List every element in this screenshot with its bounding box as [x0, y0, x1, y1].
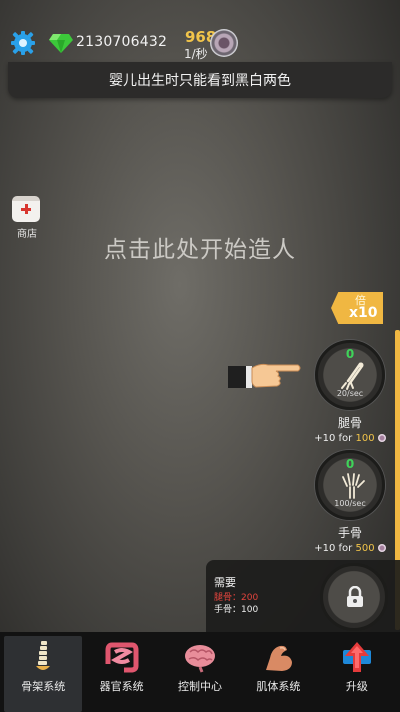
nav-control-center[interactable]: 控制中心 [161, 636, 239, 712]
tip-banner: 婴儿出生时只能看到黑白两色 [8, 62, 392, 98]
hand-bone-cost-value: 500 [355, 543, 375, 554]
cell-icon [377, 434, 386, 442]
nav-upgrade[interactable]: 升级 [318, 636, 396, 712]
leg-bone-icon [341, 362, 364, 390]
leg-bone-cost-value: 100 [355, 433, 375, 444]
start-hint-tap-area[interactable]: 点击此处开始造人 [0, 230, 400, 264]
nav-skeleton-label: 骨架系统 [21, 680, 66, 693]
leg-bone-cost-prefix: +10 for [314, 433, 356, 444]
hand-bone-cost: +10 for 500 [313, 543, 387, 554]
first-aid-kit-icon [12, 196, 40, 222]
hand-bone-cost-prefix: +10 for [314, 543, 356, 554]
nav-skeleton-system[interactable]: 骨架系统 [4, 636, 83, 712]
intestine-icon [105, 642, 139, 673]
leg-bone-count: 0 [345, 347, 355, 361]
nav-control-label: 控制中心 [178, 680, 223, 693]
cell-icon [210, 29, 238, 57]
leg-bone-cost: +10 for 100 [313, 433, 387, 444]
pointing-hand-icon [228, 363, 301, 388]
multiplier-value: x10 [349, 305, 378, 321]
arm-muscle-icon [266, 645, 293, 671]
hand-bone-icon [342, 473, 365, 499]
hand-bone-name: 手骨 [337, 526, 362, 540]
cell-rate-unit: 1/秒 [184, 47, 208, 61]
requirement-title: 需要 [214, 576, 236, 589]
cell-icon [377, 544, 386, 552]
hand-bone-count: 0 [345, 457, 355, 471]
gem-count: 2130706432 [76, 34, 168, 50]
leg-bone-rate: 20/sec [336, 389, 364, 398]
nav-muscle-label: 肌体系统 [256, 680, 301, 693]
nav-upgrade-label: 升级 [345, 680, 368, 693]
top-bar: 2130706432 968 1/秒 [0, 0, 400, 62]
leg-bone-button[interactable]: 0 20/sec [315, 340, 385, 410]
hand-bone-button[interactable]: 0 100/sec [315, 450, 385, 520]
locked-bone-button[interactable] [320, 563, 388, 631]
green-diamond-icon [49, 34, 73, 53]
multiplier-button[interactable]: 倍 x10 [331, 292, 383, 324]
nav-organ-system[interactable]: 器官系统 [82, 636, 160, 712]
upgrade-arrow-icon [342, 642, 371, 672]
hand-bone-rate: 100/sec [334, 499, 366, 508]
hand-bone-item[interactable]: 0 100/sec 手骨 +10 for 500 [313, 450, 387, 554]
brain-icon [185, 645, 216, 673]
bottom-nav: 骨架系统 器官系统 控制中心 肌体系统 升级 [0, 632, 400, 712]
nav-muscle-system[interactable]: 肌体系统 [239, 636, 317, 712]
nav-organ-label: 器官系统 [99, 680, 144, 693]
leg-bone-name: 腿骨 [337, 416, 362, 430]
leg-bone-item[interactable]: 0 20/sec 腿骨 +10 for 100 [313, 340, 387, 444]
gear-icon[interactable] [10, 30, 36, 56]
spine-icon [36, 641, 51, 670]
requirement-hand-bone: 手骨：100 [214, 605, 259, 615]
lock-icon [347, 586, 363, 607]
